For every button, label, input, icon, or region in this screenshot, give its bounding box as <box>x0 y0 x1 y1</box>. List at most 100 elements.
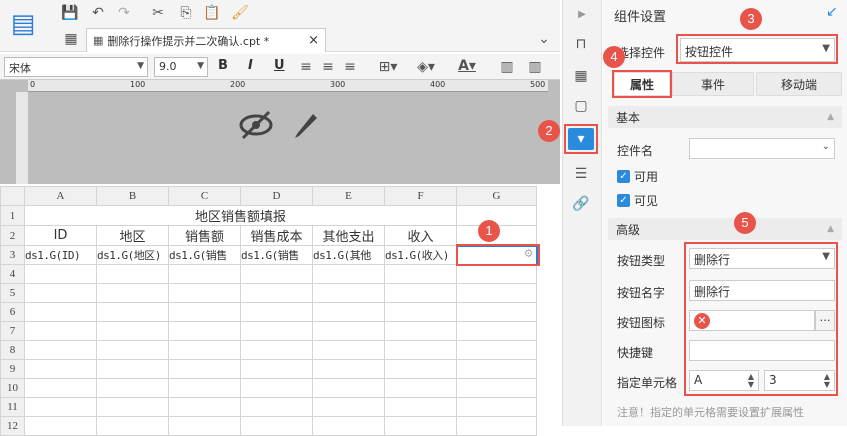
header-cell[interactable]: 销售成本 <box>240 225 313 246</box>
tab-mobile[interactable]: 移动端 <box>756 72 842 96</box>
visible-label: 可见 <box>634 194 659 208</box>
chevron-down-icon: ▼ <box>137 61 144 71</box>
visible-checkbox[interactable]: ✓ <box>617 194 630 207</box>
row-header[interactable]: 6 <box>0 302 25 322</box>
row-header[interactable]: 1 <box>0 205 25 226</box>
section-basic-label: 基本 <box>616 111 641 125</box>
data-cell[interactable]: ds1.G(销售 <box>168 245 241 265</box>
form-design-area <box>0 80 560 184</box>
row-header[interactable]: 2 <box>0 225 25 246</box>
spreadsheet: A B C D E F G 1 地区销售额填报 2 ID 地区 销售额 销售成本… <box>0 186 538 436</box>
tab-menu-icon[interactable]: ⌄ <box>536 30 552 48</box>
header-cell[interactable]: 收入 <box>384 225 457 246</box>
row-header[interactable]: 9 <box>0 359 25 379</box>
column-header[interactable]: D <box>240 186 313 206</box>
enabled-checkbox[interactable]: ✓ <box>617 170 630 183</box>
file-tab[interactable]: ▦ 删除行操作提示并二次确认.cpt * × <box>86 28 326 52</box>
redo-icon[interactable]: ↷ <box>114 4 134 22</box>
highlight-select <box>676 34 838 64</box>
fill-color-icon[interactable]: ◈▾ <box>412 58 440 76</box>
section-basic[interactable]: 基本 ▲ <box>608 106 842 128</box>
column-header[interactable]: B <box>96 186 169 206</box>
step-badge-5: 5 <box>734 212 756 234</box>
target-cell-label: 指定单元格 <box>617 376 678 390</box>
font-color-icon[interactable]: A▾ <box>452 56 482 76</box>
header-cell[interactable]: 其他支出 <box>312 225 385 246</box>
properties-icon[interactable]: ▦ <box>570 66 592 86</box>
header-cell[interactable]: ID <box>24 225 97 246</box>
step-badge-3: 3 <box>740 8 762 30</box>
widget-name-label: 控件名 <box>617 144 654 158</box>
ruler-mark: 500 <box>530 80 546 89</box>
align-right-icon[interactable]: ≡ <box>342 58 358 76</box>
shortcut-label: 快捷键 <box>617 346 654 360</box>
close-tab-icon[interactable]: × <box>308 33 319 48</box>
undo-icon[interactable]: ↶ <box>88 4 108 22</box>
panel-title: 组件设置 <box>614 10 667 25</box>
border-icon[interactable]: ⊞▾ <box>374 58 402 76</box>
button-type-label: 按钮类型 <box>617 254 666 268</box>
crop-icon[interactable]: ▢ <box>570 96 592 116</box>
data-cell[interactable]: ds1.G(其他 <box>312 245 385 265</box>
row-header[interactable]: 11 <box>0 397 25 417</box>
row-header[interactable]: 10 <box>0 378 25 398</box>
vertical-ruler <box>16 92 28 184</box>
link-icon[interactable]: 🔗 <box>570 194 592 214</box>
edit-pencil-icon[interactable] <box>288 108 324 142</box>
ruler-mark: 200 <box>230 80 246 89</box>
data-cell[interactable]: ds1.G(ID) <box>24 245 97 265</box>
font-select-value: 宋体 <box>9 62 31 75</box>
header-cell[interactable]: 地区 <box>96 225 169 246</box>
chevron-down-icon: ⌄ <box>821 141 830 152</box>
row-header[interactable]: 4 <box>0 264 25 284</box>
format-brush-icon[interactable]: 🖌 <box>230 4 250 22</box>
row-header[interactable]: 8 <box>0 340 25 360</box>
section-advanced[interactable]: 高级 ▲ <box>608 218 842 240</box>
split-icon[interactable]: ▥ <box>526 58 544 76</box>
report-app-icon[interactable]: ▤ <box>8 4 38 44</box>
row-header[interactable]: 3 <box>0 245 25 265</box>
cut-icon[interactable]: ✂ <box>148 4 168 22</box>
button-icon-label: 按钮图标 <box>617 316 666 330</box>
grid-icon[interactable]: ▦ <box>62 30 80 48</box>
font-size-select[interactable]: 9.0 ▼ <box>154 57 208 77</box>
header-cell[interactable]: 销售额 <box>168 225 241 246</box>
merge-icon[interactable]: ▥ <box>498 58 516 76</box>
enabled-label: 可用 <box>634 170 659 184</box>
title-cell[interactable]: 地区销售额填报 <box>24 205 457 226</box>
column-header[interactable]: C <box>168 186 241 206</box>
font-select[interactable]: 宋体 ▼ <box>4 57 148 77</box>
list-icon[interactable]: ☰ <box>570 164 592 184</box>
paste-icon[interactable]: 📋 <box>202 4 222 22</box>
underline-button[interactable]: U <box>274 58 285 76</box>
ruler-mark: 100 <box>130 80 146 89</box>
layout-icon[interactable]: ⊓ <box>570 34 592 54</box>
row-header[interactable]: 7 <box>0 321 25 341</box>
widget-name-field[interactable]: ⌄ <box>689 138 835 159</box>
italic-button[interactable]: I <box>248 58 253 76</box>
row-header[interactable]: 12 <box>0 416 25 436</box>
corner-cell[interactable] <box>0 186 25 206</box>
highlight-cell-box <box>456 244 540 266</box>
hide-eye-icon[interactable] <box>238 108 274 142</box>
data-cell[interactable]: ds1.G(收入) <box>384 245 457 265</box>
data-cell[interactable]: ds1.G(地区) <box>96 245 169 265</box>
column-header[interactable]: A <box>24 186 97 206</box>
column-header[interactable]: E <box>312 186 385 206</box>
column-header[interactable]: F <box>384 186 457 206</box>
expand-icon[interactable]: ↙ <box>826 4 838 20</box>
data-cell[interactable]: ds1.G(销售 <box>240 245 313 265</box>
horizontal-ruler: 0 100 200 300 400 500 <box>28 80 548 92</box>
column-header[interactable]: G <box>456 186 537 206</box>
button-name-label: 按钮名字 <box>617 286 666 300</box>
step-badge-4: 4 <box>603 46 625 68</box>
save-icon[interactable]: 💾 <box>60 4 80 22</box>
chevron-down-icon: ▼ <box>197 61 204 71</box>
align-center-icon[interactable]: ≡ <box>320 58 336 76</box>
collapse-arrow-icon[interactable]: ▶ <box>574 6 590 22</box>
tab-events[interactable]: 事件 <box>672 72 754 96</box>
align-left-icon[interactable]: ≡ <box>298 58 314 76</box>
row-header[interactable]: 5 <box>0 283 25 303</box>
bold-button[interactable]: B <box>218 58 228 76</box>
copy-icon[interactable]: ⎘ <box>176 4 196 22</box>
